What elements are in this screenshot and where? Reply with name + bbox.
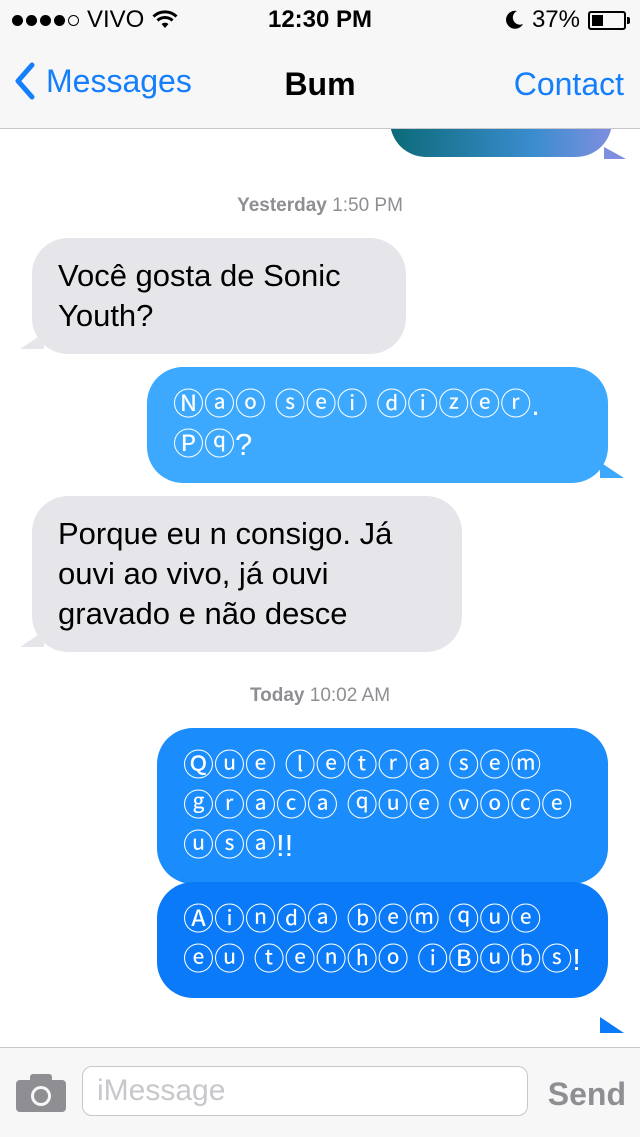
timestamp-time: 10:02 AM <box>309 685 391 706</box>
contact-button[interactable]: Contact <box>514 66 624 103</box>
message-input[interactable] <box>82 1066 528 1116</box>
timestamp-time: 1:50 PM <box>332 195 403 216</box>
message-bubble-incoming[interactable]: Porque eu n consigo. Já ouvi ao vivo, já… <box>32 496 462 652</box>
message-bubble-outgoing[interactable]: Ⓝⓐⓞ ⓢⓔⓘ ⓓⓘⓩⓔⓡ. Ⓟⓠ? <box>147 367 608 483</box>
previous-message-bubble <box>390 129 612 157</box>
header: VIVO 12:30 PM 37% Messages Bum Contact <box>0 0 640 129</box>
timestamp-yesterday: Yesterday 1:50 PM <box>0 195 640 217</box>
moon-icon <box>506 10 523 29</box>
timestamp-today: Today 10:02 AM <box>0 685 640 707</box>
message-text: Ⓠⓤⓔ ⓛⓔⓣⓡⓐ ⓢⓔⓜ ⓖⓡⓐⓒⓐ ⓠⓤⓔ ⓥⓞⓒⓔ ⓤⓢⓐ!! <box>183 748 573 863</box>
battery-percent: 37% <box>531 6 580 33</box>
message-bubble-outgoing[interactable]: Ⓐⓘⓝⓓⓐ ⓑⓔⓜ ⓠⓤⓔ ⓔⓤ ⓣⓔⓝⓗⓞ ⓘⒷⓤⓑⓢ! <box>157 882 608 998</box>
bubble-tail <box>600 462 624 478</box>
message-bubble-outgoing[interactable]: Ⓠⓤⓔ ⓛⓔⓣⓡⓐ ⓢⓔⓜ ⓖⓡⓐⓒⓐ ⓠⓤⓔ ⓥⓞⓒⓔ ⓤⓢⓐ!! <box>157 728 608 884</box>
input-bar: Send <box>0 1047 640 1137</box>
send-button[interactable]: Send <box>548 1076 626 1113</box>
message-text: Ⓐⓘⓝⓓⓐ ⓑⓔⓜ ⓠⓤⓔ ⓔⓤ ⓣⓔⓝⓗⓞ ⓘⒷⓤⓑⓢ! <box>183 902 581 977</box>
status-right: 37% <box>504 6 630 34</box>
message-text: Porque eu n consigo. Já ouvi ao vivo, já… <box>58 516 393 631</box>
camera-icon <box>16 1074 66 1112</box>
message-text: Você gosta de Sonic Youth? <box>58 258 341 333</box>
timestamp-day: Yesterday <box>237 195 327 216</box>
timestamp-day: Today <box>249 685 305 706</box>
bubble-tail <box>604 147 626 159</box>
message-text: Ⓝⓐⓞ ⓢⓔⓘ ⓓⓘⓩⓔⓡ. Ⓟⓠ? <box>173 387 540 462</box>
bubble-tail <box>600 1017 624 1033</box>
status-bar: VIVO 12:30 PM 37% <box>0 0 640 40</box>
message-list[interactable]: Yesterday 1:50 PM Você gosta de Sonic Yo… <box>0 129 640 1047</box>
battery-icon <box>588 10 630 30</box>
message-bubble-incoming[interactable]: Você gosta de Sonic Youth? <box>32 238 406 354</box>
bubble-tail <box>20 631 44 647</box>
camera-button[interactable] <box>14 1072 68 1114</box>
